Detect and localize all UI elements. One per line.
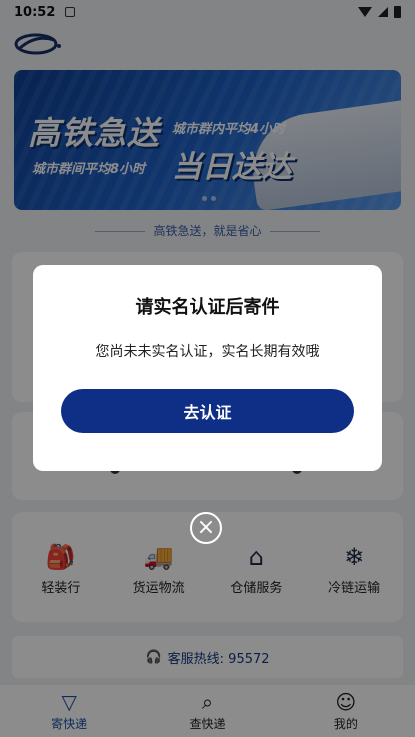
dialog-message: 您尚未未实名认证，实名长期有效哦	[95, 344, 320, 360]
verification-dialog: 请实名认证后寄件 您尚未未实名认证，实名长期有效哦 去认证	[33, 265, 382, 471]
close-icon[interactable]: ×	[190, 512, 222, 544]
verify-button[interactable]: 去认证	[61, 389, 354, 433]
dialog-title: 请实名认证后寄件	[135, 297, 280, 318]
